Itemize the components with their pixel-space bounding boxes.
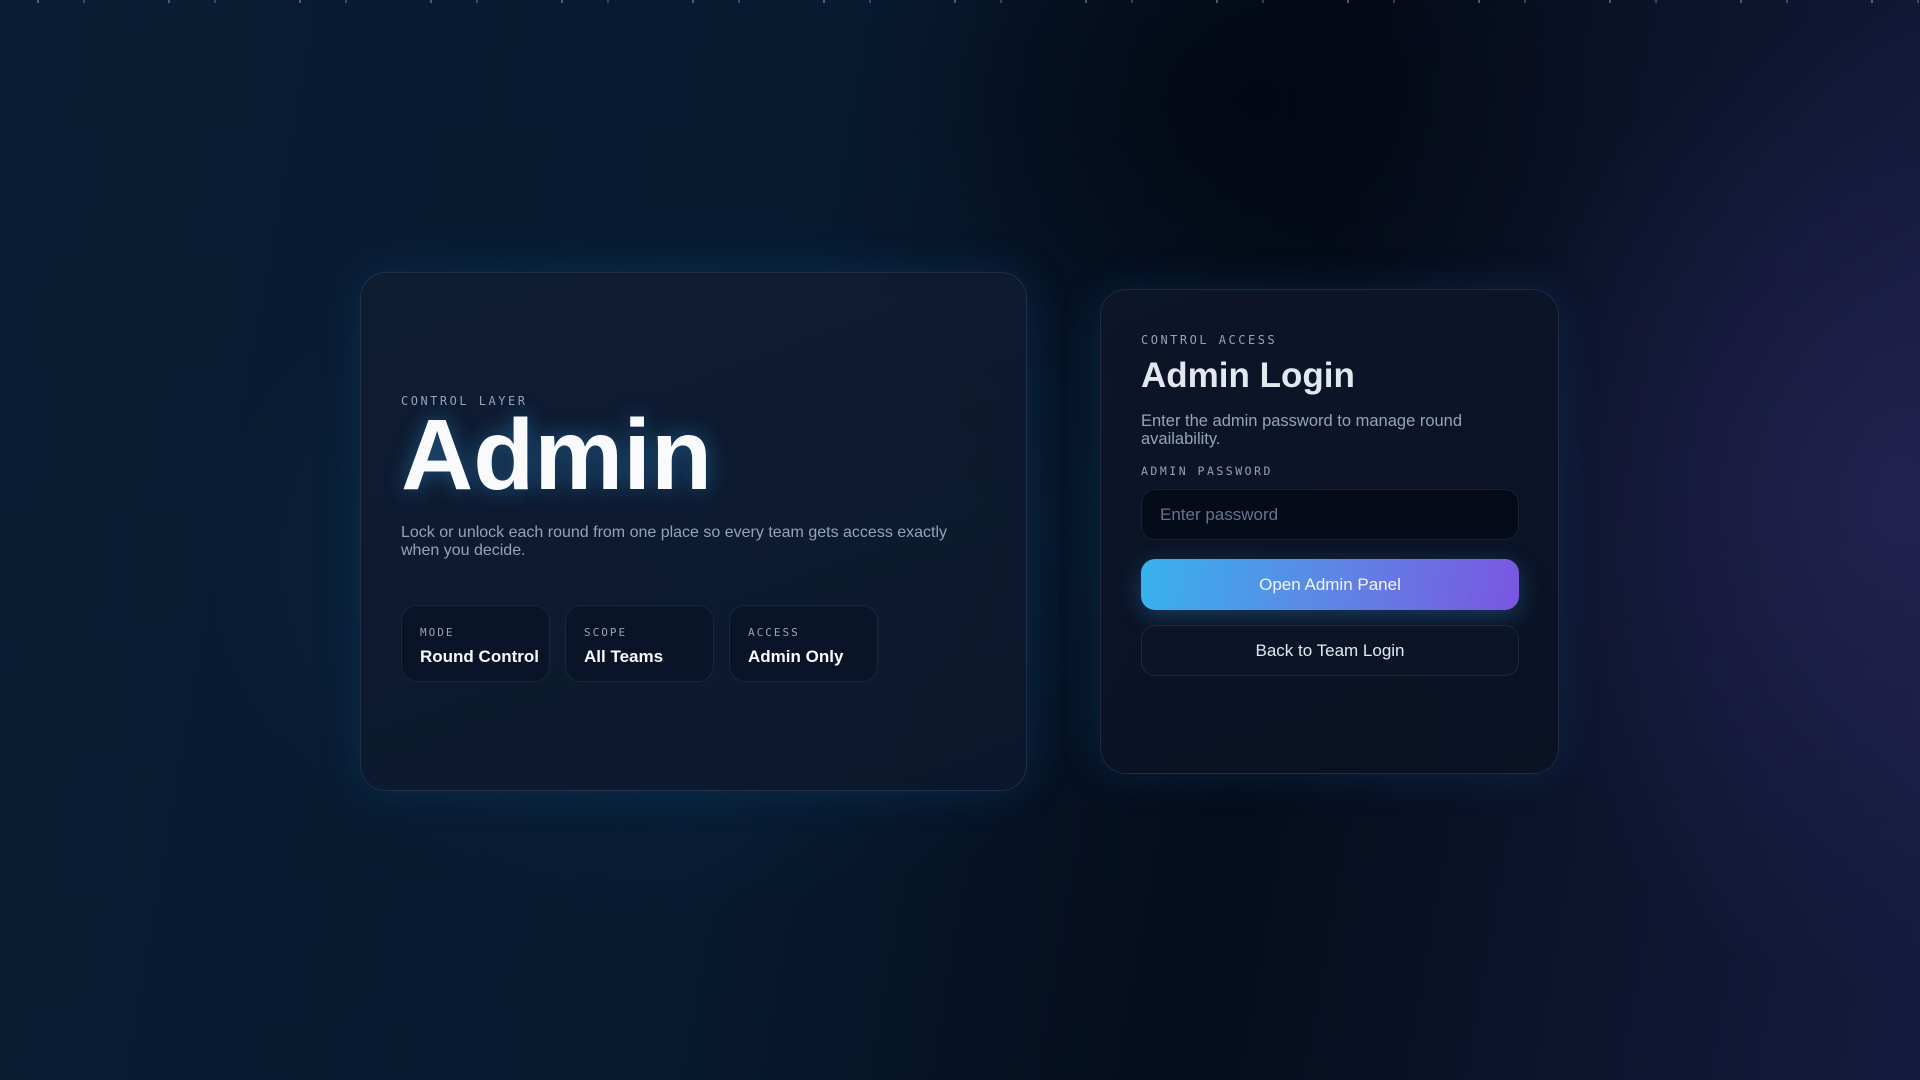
hero-description: Lock or unlock each round from one place…: [401, 524, 948, 559]
hero-card: CONTROL LAYER Admin Lock or unlock each …: [360, 272, 1027, 791]
stat-value: All Teams: [584, 647, 664, 666]
stat-value: Admin Only: [748, 647, 844, 666]
stat-scope: SCOPE All Teams: [565, 605, 714, 682]
password-input[interactable]: [1141, 489, 1519, 540]
password-label: ADMIN PASSWORD: [1141, 464, 1273, 478]
stat-label: MODE: [420, 626, 455, 639]
stat-mode: MODE Round Control: [401, 605, 550, 682]
stat-access: ACCESS Admin Only: [729, 605, 878, 682]
login-eyebrow: CONTROL ACCESS: [1141, 333, 1278, 347]
open-admin-panel-button[interactable]: Open Admin Panel: [1141, 559, 1519, 610]
login-description: Enter the admin password to manage round…: [1141, 412, 1463, 448]
login-card: CONTROL ACCESS Admin Login Enter the adm…: [1100, 289, 1559, 774]
login-title: Admin Login: [1141, 356, 1355, 395]
stat-label: ACCESS: [748, 626, 800, 639]
stat-label: SCOPE: [584, 626, 628, 639]
stat-value: Round Control: [420, 647, 539, 666]
hero-title: Admin: [401, 399, 713, 511]
top-decorative-ticks: [0, 0, 1920, 3]
back-to-team-login-button[interactable]: Back to Team Login: [1141, 625, 1519, 676]
